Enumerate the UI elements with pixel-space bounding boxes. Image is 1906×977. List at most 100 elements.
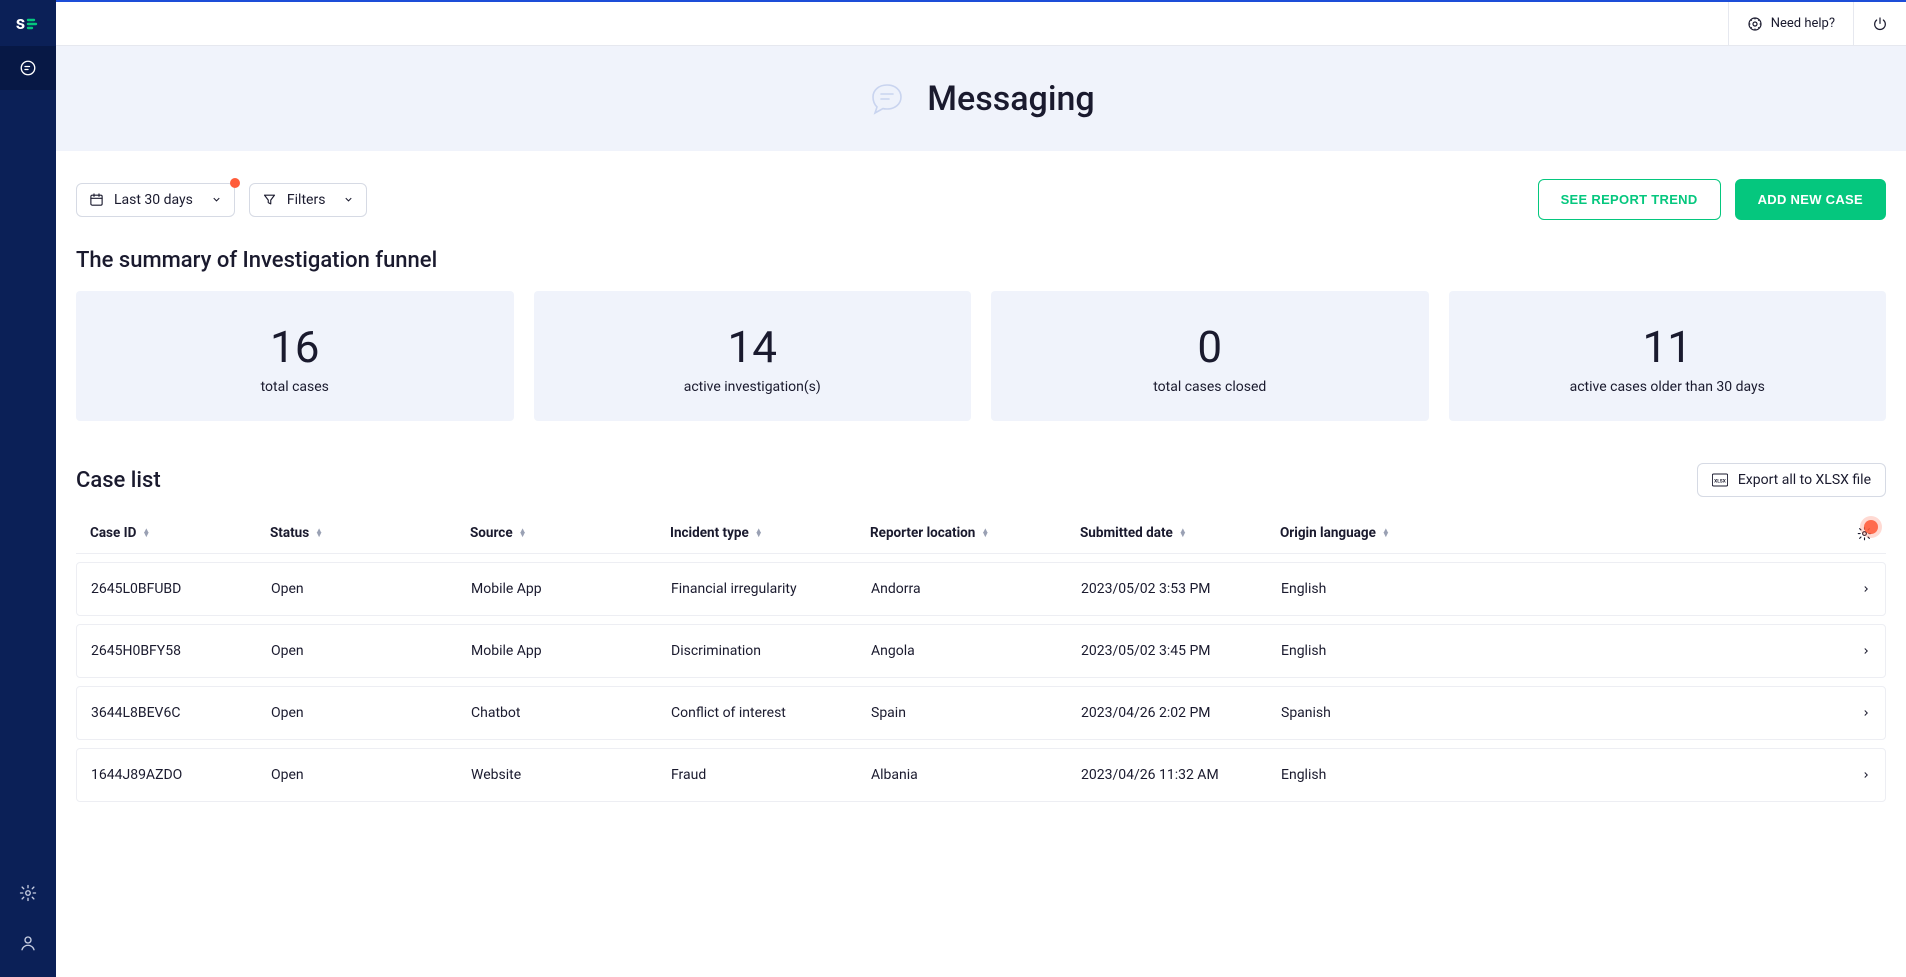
cell-status: Open [271, 581, 471, 597]
cell-source: Mobile App [471, 581, 671, 597]
col-submitted-date[interactable]: Submitted date ▲▼ [1080, 525, 1280, 541]
card-label: total cases [86, 379, 504, 395]
chevron-down-icon [343, 194, 354, 205]
cell-incident-type: Conflict of interest [671, 705, 871, 721]
sidebar-item-settings[interactable] [0, 871, 56, 915]
chevron-right-icon [1831, 770, 1871, 780]
col-source[interactable]: Source ▲▼ [470, 525, 670, 541]
cell-reporter-location: Albania [871, 767, 1081, 783]
filters-row: Last 30 days Filters [76, 179, 1886, 220]
filters-label: Filters [287, 192, 326, 208]
table-settings-indicator [1864, 520, 1878, 534]
sort-icon: ▲▼ [1382, 529, 1390, 537]
col-case-id[interactable]: Case ID ▲▼ [90, 525, 270, 541]
cell-case-id: 1644J89AZDO [91, 767, 271, 783]
main: Need help? Messaging [56, 0, 1906, 977]
help-icon [1747, 16, 1763, 32]
table-head: Case ID ▲▼ Status ▲▼ Source ▲▼ Incident … [76, 513, 1886, 554]
content: Last 30 days Filters [56, 151, 1906, 977]
cell-origin-language: English [1281, 581, 1831, 597]
card-label: active cases older than 30 days [1459, 379, 1877, 395]
user-icon [19, 934, 37, 952]
cell-origin-language: Spanish [1281, 705, 1831, 721]
cell-incident-type: Fraud [671, 767, 871, 783]
chevron-right-icon [1831, 584, 1871, 594]
card-value: 0 [1001, 321, 1419, 373]
cell-case-id: 2645H0BFY58 [91, 643, 271, 659]
summary-title: The summary of Investigation funnel [76, 248, 1886, 273]
date-range-label: Last 30 days [114, 192, 193, 208]
cell-incident-type: Discrimination [671, 643, 871, 659]
summary-card-total: 16 total cases [76, 291, 514, 421]
caselist-title: Case list [76, 468, 161, 493]
cell-case-id: 3644L8BEV6C [91, 705, 271, 721]
gear-icon [19, 884, 37, 902]
col-status[interactable]: Status ▲▼ [270, 525, 470, 541]
chevron-right-icon [1831, 708, 1871, 718]
summary-card-active: 14 active investigation(s) [534, 291, 972, 421]
caselist-header: Case list XLSX Export all to XLSX file [76, 463, 1886, 497]
chevron-down-icon [211, 194, 222, 205]
export-label: Export all to XLSX file [1738, 472, 1871, 488]
power-button[interactable] [1853, 2, 1906, 45]
cell-submitted-date: 2023/04/26 11:32 AM [1081, 767, 1281, 783]
cell-submitted-date: 2023/05/02 3:45 PM [1081, 643, 1281, 659]
help-label: Need help? [1771, 16, 1835, 31]
chat-icon [19, 59, 37, 77]
col-incident-type[interactable]: Incident type ▲▼ [670, 525, 870, 541]
col-origin-language[interactable]: Origin language ▲▼ [1280, 525, 1832, 541]
calendar-icon [89, 192, 104, 207]
card-value: 14 [544, 321, 962, 373]
summary-card-older: 11 active cases older than 30 days [1449, 291, 1887, 421]
filters-selector[interactable]: Filters [249, 183, 368, 217]
card-label: active investigation(s) [544, 379, 962, 395]
cell-origin-language: English [1281, 643, 1831, 659]
col-reporter-location[interactable]: Reporter location ▲▼ [870, 525, 1080, 541]
messaging-hero-icon [867, 79, 907, 119]
sort-icon: ▲▼ [315, 529, 323, 537]
chevron-right-icon [1831, 646, 1871, 656]
table-row[interactable]: 1644J89AZDOOpenWebsiteFraudAlbania2023/0… [76, 748, 1886, 802]
help-button[interactable]: Need help? [1728, 2, 1853, 45]
cell-status: Open [271, 643, 471, 659]
export-xlsx-button[interactable]: XLSX Export all to XLSX file [1697, 463, 1886, 497]
cell-incident-type: Financial irregularity [671, 581, 871, 597]
summary-card-closed: 0 total cases closed [991, 291, 1429, 421]
case-table: Case ID ▲▼ Status ▲▼ Source ▲▼ Incident … [76, 513, 1886, 802]
table-row[interactable]: 3644L8BEV6COpenChatbotConflict of intere… [76, 686, 1886, 740]
see-report-trend-button[interactable]: SEE REPORT TREND [1538, 179, 1721, 220]
topbar: Need help? [56, 0, 1906, 46]
page-title: Messaging [927, 79, 1094, 119]
cell-submitted-date: 2023/04/26 2:02 PM [1081, 705, 1281, 721]
card-label: total cases closed [1001, 379, 1419, 395]
date-range-selector[interactable]: Last 30 days [76, 183, 235, 217]
sidebar-item-messaging[interactable] [0, 46, 56, 90]
xlsx-icon: XLSX [1712, 473, 1728, 487]
app-logo: s [0, 0, 56, 46]
add-new-case-button[interactable]: ADD NEW CASE [1735, 179, 1886, 220]
cell-reporter-location: Angola [871, 643, 1081, 659]
card-value: 11 [1459, 321, 1877, 373]
sort-icon: ▲▼ [1179, 529, 1187, 537]
cell-origin-language: English [1281, 767, 1831, 783]
sidebar-item-profile[interactable] [0, 921, 56, 965]
card-value: 16 [86, 321, 504, 373]
summary-cards: 16 total cases 14 active investigation(s… [76, 291, 1886, 421]
table-row[interactable]: 2645L0BFUBDOpenMobile AppFinancial irreg… [76, 562, 1886, 616]
sort-icon: ▲▼ [755, 529, 763, 537]
cell-submitted-date: 2023/05/02 3:53 PM [1081, 581, 1281, 597]
cell-source: Website [471, 767, 671, 783]
sort-icon: ▲▼ [142, 529, 150, 537]
cell-reporter-location: Spain [871, 705, 1081, 721]
sort-icon: ▲▼ [519, 529, 527, 537]
cell-source: Chatbot [471, 705, 671, 721]
table-row[interactable]: 2645H0BFY58OpenMobile AppDiscriminationA… [76, 624, 1886, 678]
svg-text:XLSX: XLSX [1714, 478, 1726, 484]
table-settings-button[interactable] [1832, 526, 1872, 541]
sort-icon: ▲▼ [981, 529, 989, 537]
power-icon [1872, 16, 1888, 32]
filter-icon [262, 192, 277, 207]
logo-text: s [16, 13, 40, 34]
cell-status: Open [271, 705, 471, 721]
date-filter-indicator [230, 178, 240, 188]
